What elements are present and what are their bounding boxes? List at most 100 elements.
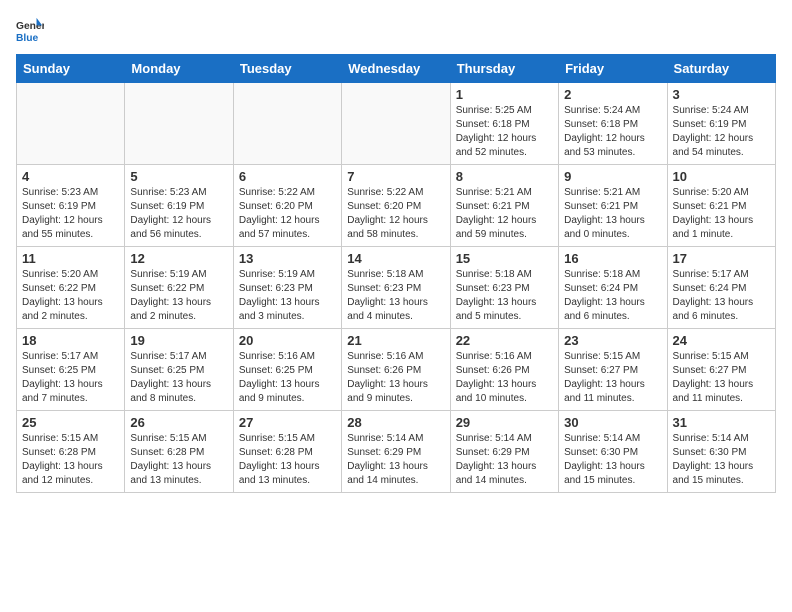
- calendar-cell: 25Sunrise: 5:15 AM Sunset: 6:28 PM Dayli…: [17, 411, 125, 493]
- day-info: Sunrise: 5:16 AM Sunset: 6:26 PM Dayligh…: [456, 350, 553, 406]
- day-info: Sunrise: 5:15 AM Sunset: 6:28 PM Dayligh…: [239, 432, 336, 488]
- week-row-1: 1Sunrise: 5:25 AM Sunset: 6:18 PM Daylig…: [17, 83, 776, 165]
- day-number: 8: [456, 169, 553, 184]
- day-info: Sunrise: 5:15 AM Sunset: 6:28 PM Dayligh…: [130, 432, 227, 488]
- day-number: 14: [347, 251, 444, 266]
- calendar-cell: 15 Sunrise: 5:18 AM Sunset: 6:23 PM Dayli…: [450, 247, 558, 329]
- day-info: Sunrise: 5:18 AM Sunset: 6:24 PM Dayligh…: [564, 268, 661, 324]
- svg-text:Blue: Blue: [16, 33, 39, 44]
- weekday-header-saturday: Saturday: [667, 55, 775, 83]
- calendar-cell: 28 Sunrise: 5:14 AM Sunset: 6:29 PM Dayli…: [342, 411, 450, 493]
- calendar-cell: 5 Sunrise: 5:23 AM Sunset: 6:19 PM Daylig…: [125, 165, 233, 247]
- day-info: Sunrise: 5:15 AM Sunset: 6:27 PM Dayligh…: [564, 350, 661, 406]
- day-number: 30: [564, 415, 661, 430]
- day-number: 27: [239, 415, 336, 430]
- calendar-cell: 13Sunrise: 5:19 AM Sunset: 6:23 PM Dayli…: [233, 247, 341, 329]
- calendar-cell: 11 Sunrise: 5:20 AM Sunset: 6:22 PM Dayli…: [17, 247, 125, 329]
- calendar-cell: 19Sunrise: 5:17 AM Sunset: 6:25 PM Dayli…: [125, 329, 233, 411]
- day-info: Sunrise: 5:14 AM Sunset: 6:29 PM Dayligh…: [347, 432, 444, 488]
- calendar-cell: 12 Sunrise: 5:19 AM Sunset: 6:22 PM Dayli…: [125, 247, 233, 329]
- calendar-cell: 29 Sunrise: 5:14 AM Sunset: 6:29 PM Dayli…: [450, 411, 558, 493]
- day-info: Sunrise: 5:15 AM Sunset: 6:27 PM Dayligh…: [673, 350, 770, 406]
- calendar-cell: 26 Sunrise: 5:15 AM Sunset: 6:28 PM Dayli…: [125, 411, 233, 493]
- week-row-2: 4 Sunrise: 5:23 AM Sunset: 6:19 PM Daylig…: [17, 165, 776, 247]
- day-info: Sunrise: 5:16 AM Sunset: 6:26 PM Dayligh…: [347, 350, 444, 406]
- calendar-cell: 3 Sunrise: 5:24 AM Sunset: 6:19 PM Daylig…: [667, 83, 775, 165]
- day-info: Sunrise: 5:17 AM Sunset: 6:25 PM Dayligh…: [22, 350, 119, 406]
- logo: General Blue: [16, 16, 44, 44]
- day-number: 26: [130, 415, 227, 430]
- day-number: 29: [456, 415, 553, 430]
- day-number: 11: [22, 251, 119, 266]
- day-info: Sunrise: 5:24 AM Sunset: 6:18 PM Dayligh…: [564, 104, 661, 160]
- day-number: 3: [673, 87, 770, 102]
- day-number: 21: [347, 333, 444, 348]
- day-number: 12: [130, 251, 227, 266]
- weekday-header-sunday: Sunday: [17, 55, 125, 83]
- day-info: Sunrise: 5:14 AM Sunset: 6:30 PM Dayligh…: [564, 432, 661, 488]
- weekday-header-thursday: Thursday: [450, 55, 558, 83]
- day-number: 23: [564, 333, 661, 348]
- day-info: Sunrise: 5:18 AM Sunset: 6:23 PM Dayligh…: [456, 268, 553, 324]
- calendar-cell: 4Sunrise: 5:23 AM Sunset: 6:19 PM Daylig…: [17, 165, 125, 247]
- day-info: Sunrise: 5:20 AM Sunset: 6:22 PM Dayligh…: [22, 268, 119, 324]
- day-number: 25: [22, 415, 119, 430]
- day-number: 20: [239, 333, 336, 348]
- calendar-cell: [17, 83, 125, 165]
- week-row-3: 11 Sunrise: 5:20 AM Sunset: 6:22 PM Dayli…: [17, 247, 776, 329]
- day-info: Sunrise: 5:14 AM Sunset: 6:30 PM Dayligh…: [673, 432, 770, 488]
- day-number: 5: [130, 169, 227, 184]
- day-number: 16: [564, 251, 661, 266]
- weekday-header-monday: Monday: [125, 55, 233, 83]
- day-info: Sunrise: 5:17 AM Sunset: 6:24 PM Dayligh…: [673, 268, 770, 324]
- day-number: 9: [564, 169, 661, 184]
- day-number: 17: [673, 251, 770, 266]
- day-number: 22: [456, 333, 553, 348]
- calendar-cell: 18 Sunrise: 5:17 AM Sunset: 6:25 PM Dayli…: [17, 329, 125, 411]
- day-number: 18: [22, 333, 119, 348]
- day-info: Sunrise: 5:23 AM Sunset: 6:19 PM Dayligh…: [130, 186, 227, 242]
- calendar-cell: 21 Sunrise: 5:16 AM Sunset: 6:26 PM Dayli…: [342, 329, 450, 411]
- calendar-cell: 2 Sunrise: 5:24 AM Sunset: 6:18 PM Daylig…: [559, 83, 667, 165]
- day-number: 1: [456, 87, 553, 102]
- day-info: Sunrise: 5:21 AM Sunset: 6:21 PM Dayligh…: [456, 186, 553, 242]
- day-number: 15: [456, 251, 553, 266]
- weekday-header-wednesday: Wednesday: [342, 55, 450, 83]
- day-info: Sunrise: 5:18 AM Sunset: 6:23 PM Dayligh…: [347, 268, 444, 324]
- calendar-cell: 24 Sunrise: 5:15 AM Sunset: 6:27 PM Dayli…: [667, 329, 775, 411]
- day-number: 4: [22, 169, 119, 184]
- logo-icon: General Blue: [16, 16, 44, 44]
- day-info: Sunrise: 5:22 AM Sunset: 6:20 PM Dayligh…: [347, 186, 444, 242]
- calendar-cell: 30 Sunrise: 5:14 AM Sunset: 6:30 PM Dayli…: [559, 411, 667, 493]
- day-number: 10: [673, 169, 770, 184]
- calendar-cell: 31 Sunrise: 5:14 AM Sunset: 6:30 PM Dayli…: [667, 411, 775, 493]
- day-info: Sunrise: 5:19 AM Sunset: 6:23 PM Dayligh…: [239, 268, 336, 324]
- calendar-cell: 9 Sunrise: 5:21 AM Sunset: 6:21 PM Daylig…: [559, 165, 667, 247]
- day-info: Sunrise: 5:20 AM Sunset: 6:21 PM Dayligh…: [673, 186, 770, 242]
- day-info: Sunrise: 5:22 AM Sunset: 6:20 PM Dayligh…: [239, 186, 336, 242]
- calendar-cell: [125, 83, 233, 165]
- day-number: 6: [239, 169, 336, 184]
- day-info: Sunrise: 5:24 AM Sunset: 6:19 PM Dayligh…: [673, 104, 770, 160]
- calendar-cell: [342, 83, 450, 165]
- day-number: 2: [564, 87, 661, 102]
- day-info: Sunrise: 5:16 AM Sunset: 6:25 PM Dayligh…: [239, 350, 336, 406]
- day-info: Sunrise: 5:14 AM Sunset: 6:29 PM Dayligh…: [456, 432, 553, 488]
- calendar-cell: 16 Sunrise: 5:18 AM Sunset: 6:24 PM Dayli…: [559, 247, 667, 329]
- calendar-cell: 1Sunrise: 5:25 AM Sunset: 6:18 PM Daylig…: [450, 83, 558, 165]
- day-info: Sunrise: 5:19 AM Sunset: 6:22 PM Dayligh…: [130, 268, 227, 324]
- weekday-header-row: SundayMondayTuesdayWednesdayThursdayFrid…: [17, 55, 776, 83]
- calendar-cell: 6 Sunrise: 5:22 AM Sunset: 6:20 PM Daylig…: [233, 165, 341, 247]
- day-info: Sunrise: 5:21 AM Sunset: 6:21 PM Dayligh…: [564, 186, 661, 242]
- day-number: 31: [673, 415, 770, 430]
- day-number: 28: [347, 415, 444, 430]
- day-number: 19: [130, 333, 227, 348]
- calendar-cell: 22 Sunrise: 5:16 AM Sunset: 6:26 PM Dayli…: [450, 329, 558, 411]
- week-row-5: 25 Sunrise: 5:15 AM Sunset: 6:28 PM Dayli…: [17, 411, 776, 493]
- calendar-cell: 27 Sunrise: 5:15 AM Sunset: 6:28 PM Dayli…: [233, 411, 341, 493]
- day-number: 24: [673, 333, 770, 348]
- calendar-cell: 17 Sunrise: 5:17 AM Sunset: 6:24 PM Dayli…: [667, 247, 775, 329]
- weekday-header-friday: Friday: [559, 55, 667, 83]
- header: General Blue: [16, 16, 776, 44]
- calendar-cell: 10 Sunrise: 5:20 AM Sunset: 6:21 PM Dayli…: [667, 165, 775, 247]
